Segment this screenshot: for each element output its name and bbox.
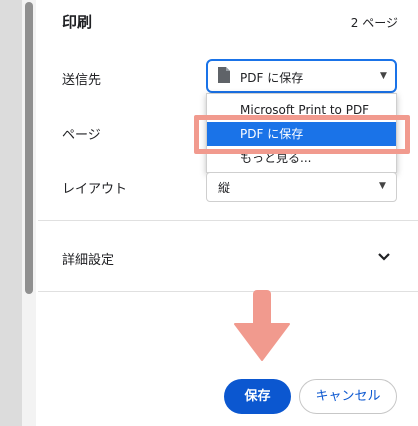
destination-label: 送信先 <box>62 73 102 88</box>
pages-label: ページ <box>62 128 101 143</box>
divider <box>38 220 418 221</box>
chevron-down-icon: ▼ <box>379 181 386 191</box>
annotation-highlight-box <box>194 115 410 154</box>
left-gutter <box>0 0 22 426</box>
layout-value: 縦 <box>218 181 231 195</box>
destination-select[interactable]: PDF に保存 ▼ <box>206 59 397 93</box>
annotation-arrow-down-icon <box>234 290 290 361</box>
layout-label: レイアウト <box>62 182 128 197</box>
document-icon <box>218 67 230 83</box>
divider <box>38 291 418 292</box>
cancel-button[interactable]: キャンセル <box>299 379 397 414</box>
save-button[interactable]: 保存 <box>224 379 291 414</box>
print-title: 印刷 <box>62 13 93 31</box>
destination-value: PDF に保存 <box>240 71 304 85</box>
chevron-down-icon: ▼ <box>380 71 387 81</box>
page-count: 2 ページ <box>350 16 398 30</box>
advanced-settings-label[interactable]: 詳細設定 <box>62 249 114 268</box>
scrollbar-thumb[interactable] <box>25 2 33 294</box>
chevron-down-icon[interactable] <box>377 251 391 263</box>
layout-select[interactable]: 縦 ▼ <box>206 172 397 202</box>
